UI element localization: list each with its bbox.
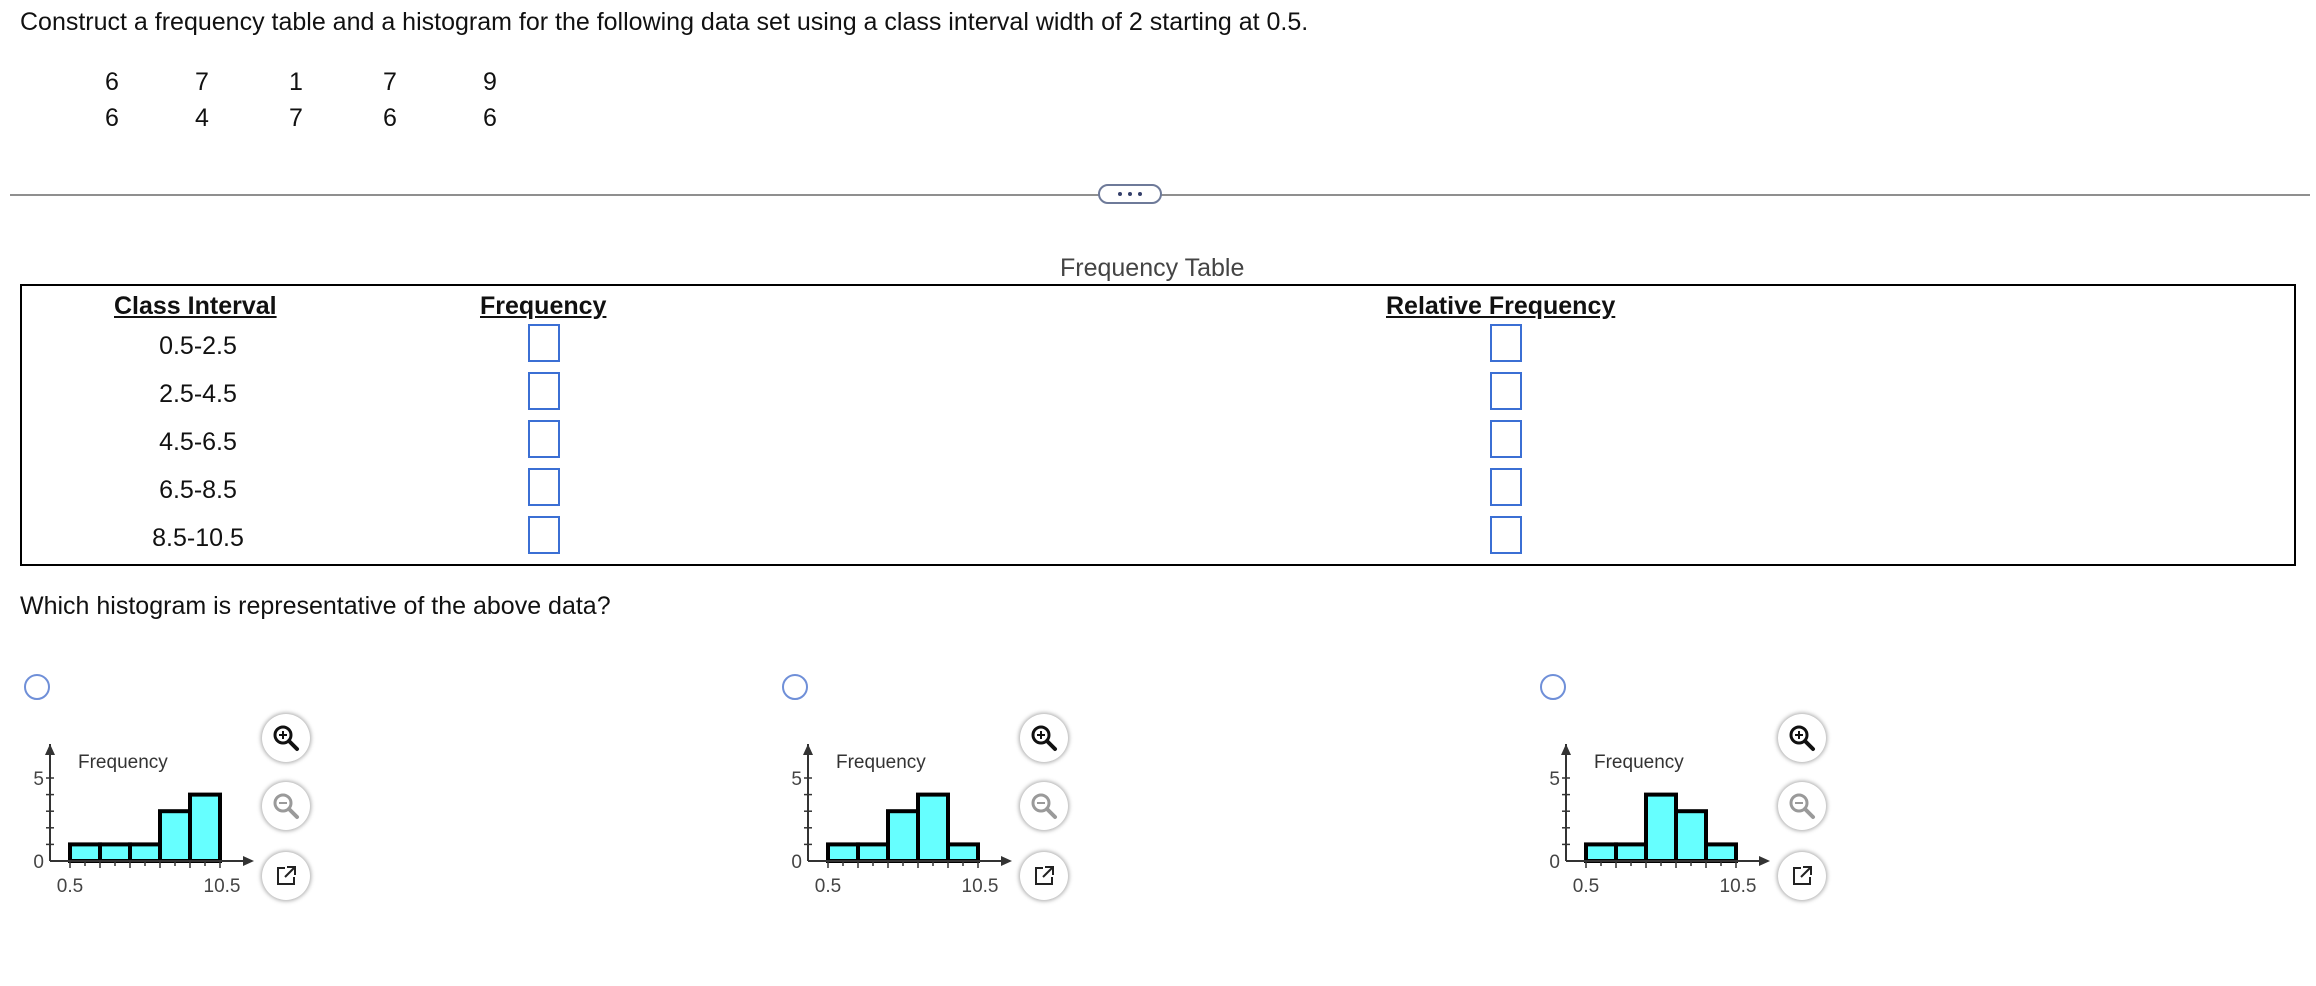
popout-glyph: [1035, 866, 1054, 885]
frequency-input[interactable]: [528, 372, 560, 410]
histogram-bar: [856, 842, 890, 864]
x-end-label: 10.5: [962, 876, 999, 897]
header-class-interval: Class Interval: [114, 292, 277, 320]
popout-glyph: [277, 866, 296, 885]
zoom-in-glyph: [273, 725, 299, 751]
data-value: 7: [383, 68, 397, 96]
zoom-out-icon[interactable]: [1020, 782, 1068, 830]
y-axis-label: Frequency: [836, 752, 926, 773]
y-axis-label: Frequency: [1594, 752, 1684, 773]
y-axis-arrow: [45, 744, 55, 755]
data-value: 7: [289, 104, 303, 132]
histogram-bar: [916, 792, 950, 863]
histogram-bar: [1584, 842, 1618, 864]
frequency-input[interactable]: [528, 324, 560, 362]
x-axis-arrow: [1759, 856, 1770, 866]
data-value: 7: [195, 68, 209, 96]
relative-frequency-input[interactable]: [1490, 372, 1522, 410]
relative-frequency-input[interactable]: [1490, 516, 1522, 554]
zoom-in-glyph: [1789, 725, 1815, 751]
y-tick-label: 5: [1549, 769, 1560, 790]
data-value: 9: [483, 68, 497, 96]
histogram-bars: [826, 792, 980, 864]
interval-label: 2.5-4.5: [159, 380, 237, 408]
histogram-bar: [826, 842, 860, 864]
y-tick-label: 0: [1549, 852, 1560, 873]
x-start-label: 0.5: [815, 876, 841, 897]
header-frequency: Frequency: [480, 292, 607, 320]
y-axis-arrow: [1561, 744, 1571, 755]
x-end-label: 10.5: [204, 876, 241, 897]
data-value: 6: [105, 104, 119, 132]
relative-frequency-input[interactable]: [1490, 468, 1522, 506]
frequency-input[interactable]: [528, 468, 560, 506]
option-b-radio[interactable]: [782, 674, 808, 700]
x-axis-arrow: [1001, 856, 1012, 866]
zoom-out-glyph: [1031, 793, 1057, 819]
y-tick-label: 0: [791, 852, 802, 873]
ellipsis-icon[interactable]: [1098, 184, 1162, 204]
option-a-radio[interactable]: [24, 674, 50, 700]
zoom-out-icon[interactable]: [262, 782, 310, 830]
relative-frequency-input[interactable]: [1490, 324, 1522, 362]
histogram-bar: [1644, 792, 1678, 863]
interval-label: 4.5-6.5: [159, 428, 237, 456]
frequency-input[interactable]: [528, 516, 560, 554]
popout-icon[interactable]: [262, 852, 310, 900]
histogram-bars: [1584, 792, 1738, 864]
histogram-prompt: Which histogram is representative of the…: [20, 592, 611, 620]
frequency-table: Class Interval Frequency Relative Freque…: [20, 284, 2296, 566]
x-axis-arrow: [243, 856, 254, 866]
histogram-bar: [68, 842, 102, 864]
table-caption: Frequency Table: [1060, 254, 1245, 282]
zoom-out-glyph: [273, 793, 299, 819]
zoom-out-icon[interactable]: [1778, 782, 1826, 830]
data-value: 4: [195, 104, 209, 132]
zoom-in-icon[interactable]: [1020, 714, 1068, 762]
interval-label: 6.5-8.5: [159, 476, 237, 504]
histogram-bar: [1614, 842, 1648, 864]
histogram-option-a: Frequency 5 0 0.5 10.5: [33, 744, 254, 897]
histogram-bars: [68, 792, 222, 864]
x-start-label: 0.5: [57, 876, 83, 897]
popout-icon[interactable]: [1020, 852, 1068, 900]
histogram-option-c: Frequency 5 0 0.5 10.5: [1549, 744, 1770, 897]
option-c-radio[interactable]: [1540, 674, 1566, 700]
y-axis-arrow: [803, 744, 813, 755]
zoom-in-icon[interactable]: [262, 714, 310, 762]
data-value: 6: [383, 104, 397, 132]
header-relative-frequency: Relative Frequency: [1386, 292, 1616, 320]
frequency-input[interactable]: [528, 420, 560, 458]
data-value: 1: [289, 68, 303, 96]
histogram-bar: [128, 842, 162, 864]
data-value: 6: [483, 104, 497, 132]
interval-label: 0.5-2.5: [159, 332, 237, 360]
histogram-bar: [1704, 842, 1738, 864]
histogram-bar: [946, 842, 980, 864]
data-value: 6: [105, 68, 119, 96]
interval-label: 8.5-10.5: [152, 524, 244, 552]
ellipsis-dot: [1118, 192, 1122, 196]
histogram-bar: [98, 842, 132, 864]
y-tick-label: 5: [33, 769, 44, 790]
popout-glyph: [1793, 866, 1812, 885]
zoom-in-glyph: [1031, 725, 1057, 751]
histogram-option-b: Frequency 5 0 0.5 10.5: [791, 744, 1012, 897]
x-start-label: 0.5: [1573, 876, 1599, 897]
histogram-bar: [1674, 809, 1708, 863]
question-text: Construct a frequency table and a histog…: [20, 8, 1309, 36]
ellipsis-dot: [1128, 192, 1132, 196]
popout-icon[interactable]: [1778, 852, 1826, 900]
y-tick-label: 5: [791, 769, 802, 790]
histogram-bar: [188, 792, 222, 863]
x-end-label: 10.5: [1720, 876, 1757, 897]
histogram-bar: [886, 809, 920, 863]
zoom-out-glyph: [1789, 793, 1815, 819]
y-tick-label: 0: [33, 852, 44, 873]
ellipsis-dot: [1138, 192, 1142, 196]
zoom-in-icon[interactable]: [1778, 714, 1826, 762]
histogram-bar: [158, 809, 192, 863]
relative-frequency-input[interactable]: [1490, 420, 1522, 458]
y-axis-label: Frequency: [78, 752, 168, 773]
